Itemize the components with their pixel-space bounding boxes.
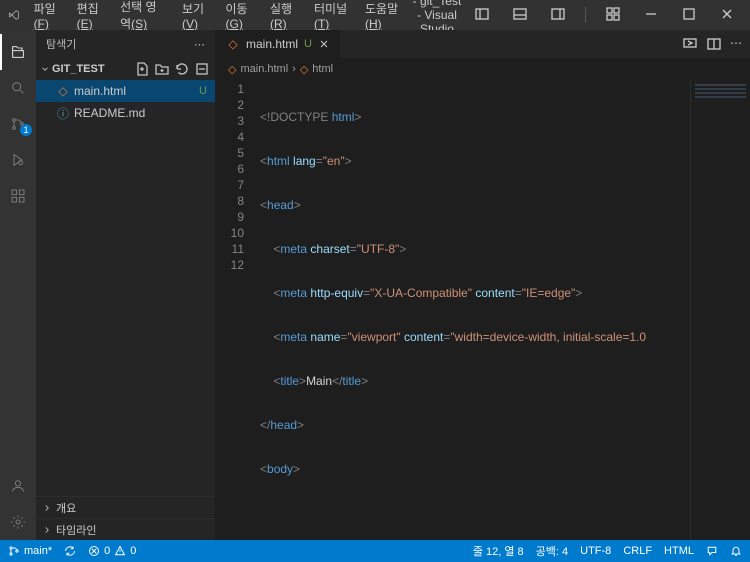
status-problems[interactable]: 0 0 xyxy=(88,545,136,557)
refresh-icon[interactable] xyxy=(173,60,191,78)
new-folder-icon[interactable] xyxy=(153,60,171,78)
file-main-html[interactable]: ◇ main.html U xyxy=(36,80,215,102)
status-cursor[interactable]: 줄 12, 열 8 xyxy=(473,543,524,559)
editor-tabs: ◇ main.html U ⋯ xyxy=(216,30,750,58)
layout-panel-icon[interactable] xyxy=(505,6,535,25)
activity-run[interactable] xyxy=(0,142,36,178)
close-button[interactable] xyxy=(712,6,742,25)
html-element-icon: ◇ xyxy=(300,63,308,76)
collapse-icon[interactable] xyxy=(193,60,211,78)
maximize-button[interactable] xyxy=(674,6,704,25)
status-bar: main* 0 0 줄 12, 열 8 공백: 4 UTF-8 CRLF HTM… xyxy=(0,540,750,562)
activity-settings[interactable] xyxy=(0,504,36,540)
activity-explorer[interactable] xyxy=(0,34,36,70)
chevron-right-icon xyxy=(42,503,52,513)
menu-view[interactable]: 보기(V) xyxy=(176,0,216,31)
code-content[interactable]: <!DOCTYPE html> <html lang="en"> <head> … xyxy=(260,80,690,540)
vscode-icon xyxy=(8,7,20,23)
status-branch[interactable]: main* xyxy=(8,545,52,557)
html-file-icon: ◇ xyxy=(56,84,70,98)
run-icon[interactable] xyxy=(682,36,698,52)
explorer-title: 탐색기 xyxy=(46,36,76,52)
chevron-down-icon xyxy=(40,64,50,74)
timeline-panel-header[interactable]: 타임라인 xyxy=(36,518,215,540)
status-sync[interactable] xyxy=(64,545,76,557)
menu-go[interactable]: 이동(G) xyxy=(220,0,260,31)
title-bar: 파일(F) 편집(E) 선택 영역(S) 보기(V) 이동(G) 실행(R) 터… xyxy=(0,0,750,30)
status-bell-icon[interactable] xyxy=(730,543,742,559)
info-file-icon: ⓘ xyxy=(56,106,70,120)
status-eol[interactable]: CRLF xyxy=(623,543,652,559)
status-indent[interactable]: 공백: 4 xyxy=(536,543,568,559)
activity-search[interactable] xyxy=(0,70,36,106)
html-file-icon: ◇ xyxy=(226,37,240,51)
more-icon[interactable]: ⋯ xyxy=(730,36,742,52)
file-readme-md[interactable]: ⓘ README.md xyxy=(36,102,215,124)
layout-toggle-icon[interactable] xyxy=(467,6,497,25)
outline-panel-header[interactable]: 개요 xyxy=(36,496,215,518)
customize-layout-icon[interactable] xyxy=(598,6,628,25)
editor-area: ◇ main.html U ⋯ ◇ main.html › ◇ html 123… xyxy=(216,30,750,540)
git-status: U xyxy=(199,85,207,97)
new-file-icon[interactable] xyxy=(133,60,151,78)
tab-main-html[interactable]: ◇ main.html U xyxy=(216,30,341,58)
minimap[interactable] xyxy=(690,80,750,540)
breadcrumbs[interactable]: ◇ main.html › ◇ html xyxy=(216,58,750,80)
editor-body[interactable]: 123456789101112 <!DOCTYPE html> <html la… xyxy=(216,80,750,540)
activity-extensions[interactable] xyxy=(0,178,36,214)
menu-edit[interactable]: 편집(E) xyxy=(71,0,111,31)
menu-help[interactable]: 도움말(H) xyxy=(359,0,407,31)
html-file-icon: ◇ xyxy=(228,63,236,76)
layout-right-icon[interactable] xyxy=(543,6,573,25)
menu-terminal[interactable]: 터미널(T) xyxy=(308,0,355,31)
explorer-sidebar: 탐색기 ⋯ GIT_TEST ◇ main.html U ⓘ README.md xyxy=(36,30,216,540)
chevron-right-icon xyxy=(42,525,52,535)
folder-section-header[interactable]: GIT_TEST xyxy=(36,58,215,80)
close-icon[interactable] xyxy=(318,38,330,50)
scm-badge: 1 xyxy=(20,124,32,136)
status-feedback-icon[interactable] xyxy=(706,543,718,559)
menu-run[interactable]: 실행(R) xyxy=(264,0,304,31)
minimize-button[interactable] xyxy=(636,6,666,25)
status-encoding[interactable]: UTF-8 xyxy=(580,543,611,559)
more-icon[interactable]: ⋯ xyxy=(194,38,205,51)
line-numbers: 123456789101112 xyxy=(216,80,260,540)
activity-bar: 1 xyxy=(0,30,36,540)
status-lang[interactable]: HTML xyxy=(664,543,694,559)
activity-scm[interactable]: 1 xyxy=(0,106,36,142)
split-icon[interactable] xyxy=(706,36,722,52)
menu-selection[interactable]: 선택 영역(S) xyxy=(114,0,172,32)
activity-account[interactable] xyxy=(0,468,36,504)
menu-file[interactable]: 파일(F) xyxy=(28,0,67,31)
